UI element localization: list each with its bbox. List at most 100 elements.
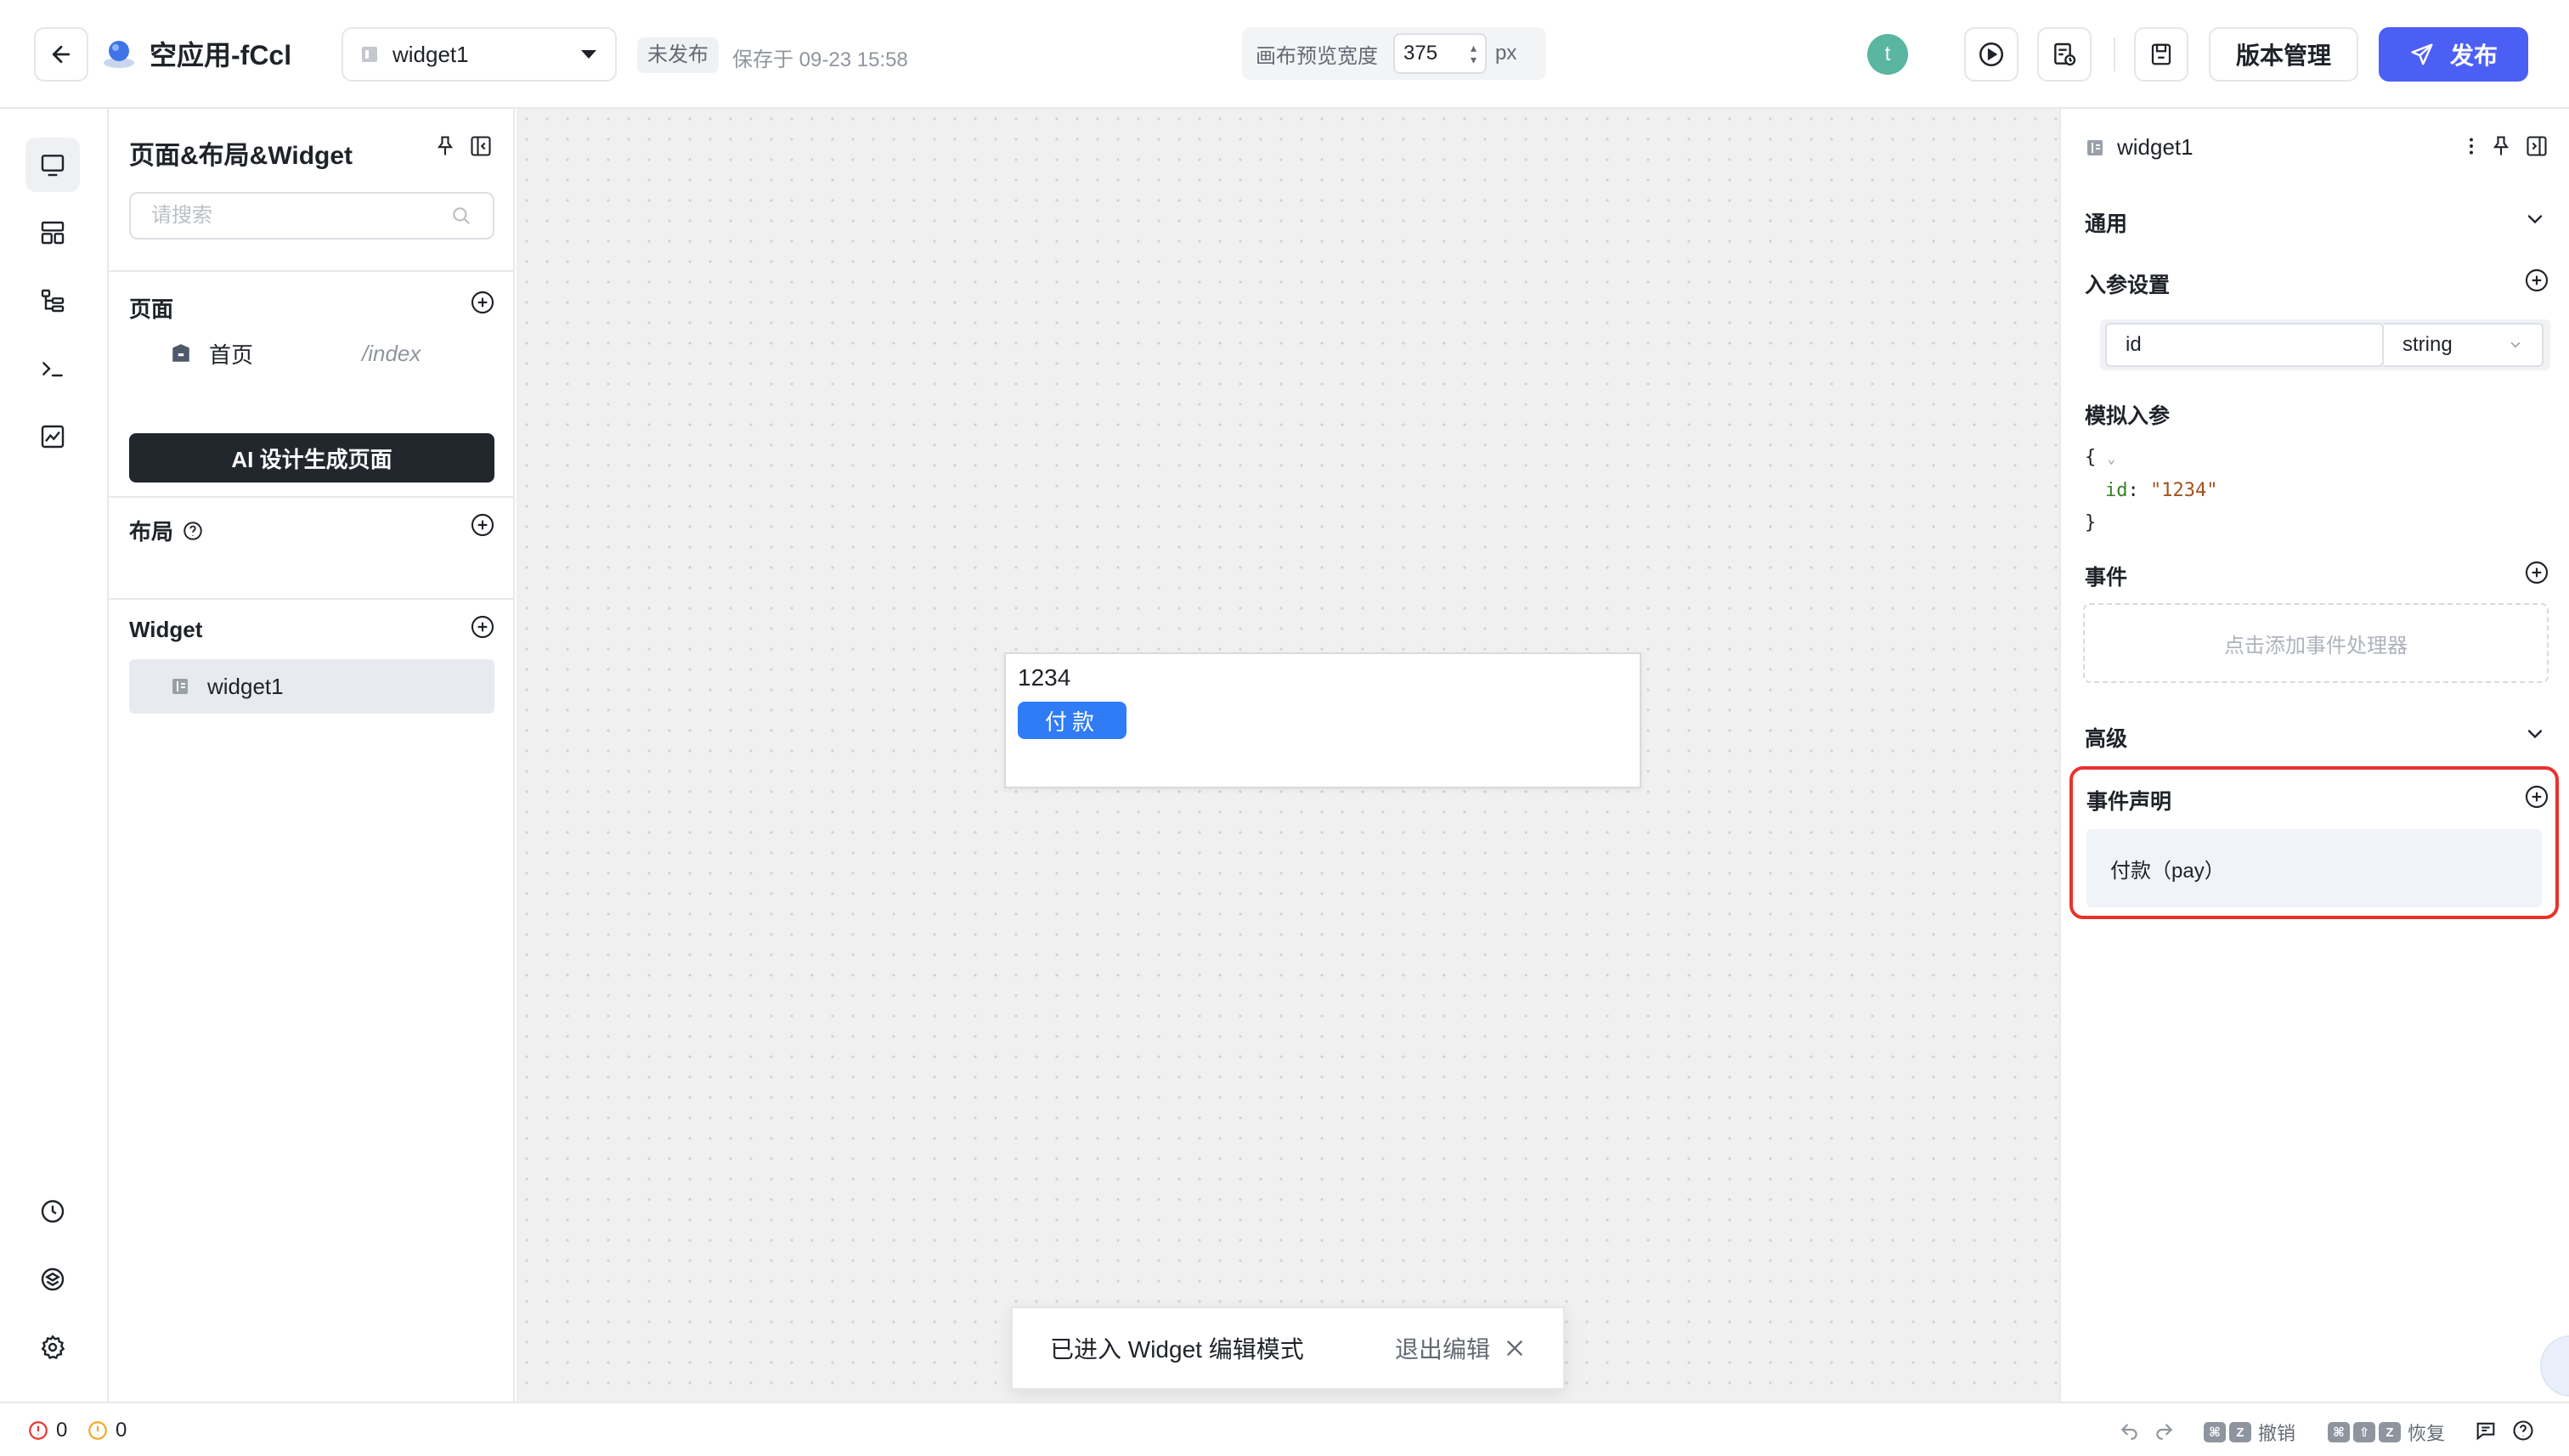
z-key-icon: Z bbox=[2229, 1422, 2251, 1442]
message-icon bbox=[2476, 1422, 2495, 1441]
page-item-name: 首页 bbox=[209, 341, 254, 368]
widget-selector[interactable]: widget1 bbox=[342, 27, 617, 82]
widget-value-text: 1234 bbox=[1018, 664, 1071, 691]
rail-analytics-button[interactable] bbox=[25, 409, 80, 464]
caret-down-icon bbox=[581, 50, 596, 59]
add-param-icon[interactable] bbox=[2523, 267, 2550, 294]
warning-count-value: 0 bbox=[116, 1419, 127, 1442]
add-layout-icon[interactable] bbox=[469, 511, 496, 539]
add-page-icon[interactable] bbox=[469, 289, 496, 316]
advanced-section-title[interactable]: 高级 bbox=[2085, 722, 2127, 753]
canvas-width-input[interactable]: 375 ▴ ▾ bbox=[1393, 33, 1487, 74]
param-name-input[interactable]: id bbox=[2105, 323, 2384, 367]
left-panel-search[interactable] bbox=[129, 192, 494, 240]
code-brace-close: } bbox=[2085, 512, 2097, 533]
chevron-down-icon[interactable] bbox=[2523, 207, 2547, 231]
rail-history-button[interactable] bbox=[25, 1184, 80, 1239]
arrow-left-icon bbox=[52, 45, 71, 64]
app-title: 空应用-fCcl bbox=[150, 40, 292, 71]
save-button[interactable] bbox=[2134, 27, 2188, 82]
redo-icon-button[interactable] bbox=[2153, 1419, 2175, 1441]
help-circle-icon[interactable] bbox=[182, 520, 204, 542]
undo-icon-button[interactable] bbox=[2119, 1419, 2141, 1441]
page-item-home[interactable]: 首页 /index bbox=[170, 336, 493, 370]
error-icon bbox=[29, 1421, 48, 1440]
right-panel: widget1 通用 入参设置 id string 模拟入参 { ⌄ id: "… bbox=[2059, 109, 2569, 1402]
widget-item-widget1[interactable]: widget1 bbox=[129, 659, 494, 714]
exit-edit-button[interactable]: 退出编辑 bbox=[1395, 1331, 1490, 1365]
widget-icon bbox=[362, 47, 377, 62]
rail-layout-button[interactable] bbox=[25, 206, 80, 260]
general-section-title[interactable]: 通用 bbox=[2085, 207, 2127, 238]
terminal-icon bbox=[42, 362, 63, 377]
user-avatar[interactable]: t bbox=[1867, 34, 1908, 75]
widget-icon bbox=[172, 679, 188, 694]
mock-params-title: 模拟入参 bbox=[2085, 404, 2171, 428]
param-type-select[interactable]: string bbox=[2384, 323, 2544, 367]
version-management-button[interactable]: 版本管理 bbox=[2209, 27, 2358, 82]
pin-icon[interactable] bbox=[433, 134, 457, 158]
selected-widget-name: widget1 bbox=[2117, 134, 2194, 160]
rail-plugins-button[interactable] bbox=[25, 1252, 80, 1306]
add-event-icon[interactable] bbox=[2523, 559, 2550, 586]
ai-generate-page-button[interactable]: AI 设计生成页面 bbox=[129, 433, 494, 483]
code-brace-open: { bbox=[2085, 447, 2097, 468]
search-input[interactable] bbox=[151, 204, 432, 228]
fold-chevron-icon[interactable]: ⌄ bbox=[2108, 450, 2116, 466]
collapse-panel-icon[interactable] bbox=[469, 134, 493, 158]
saved-timestamp: 保存于 09-23 15:58 bbox=[732, 48, 908, 71]
widget-preview[interactable]: 1234 付款 bbox=[1004, 652, 1641, 788]
widget-section-title: Widget bbox=[129, 617, 203, 642]
back-button[interactable] bbox=[34, 27, 88, 82]
command-key-icon: ⌘ bbox=[2204, 1422, 2226, 1442]
home-page-icon bbox=[172, 344, 189, 362]
right-panel-header: widget1 bbox=[2085, 134, 2194, 161]
edit-mode-toast: 已进入 Widget 编辑模式 退出编辑 bbox=[1011, 1306, 1565, 1390]
section-divider bbox=[109, 496, 513, 498]
rail-console-button[interactable] bbox=[25, 341, 80, 396]
event-declaration-title: 事件声明 bbox=[2086, 790, 2172, 814]
stepper-icon[interactable]: ▴ ▾ bbox=[1471, 42, 1476, 65]
more-vertical-icon[interactable] bbox=[2460, 134, 2482, 158]
page-item-path: /index bbox=[362, 340, 421, 366]
widget-item-name: widget1 bbox=[207, 673, 284, 699]
mock-params-editor[interactable]: { ⌄ id: "1234" } bbox=[2085, 442, 2217, 539]
add-event-handler-area[interactable]: 点击添加事件处理器 bbox=[2083, 603, 2549, 683]
canvas-width-value: 375 bbox=[1403, 42, 1438, 65]
redo-shortcut[interactable]: ⌘ ⇧ Z 恢复 bbox=[2328, 1419, 2445, 1446]
undo-icon bbox=[2120, 1424, 2137, 1440]
chevron-down-icon bbox=[2510, 342, 2521, 348]
add-widget-icon[interactable] bbox=[469, 613, 496, 641]
code-key: id bbox=[2105, 480, 2128, 501]
help-circle-icon bbox=[2513, 1420, 2533, 1441]
gear-icon bbox=[41, 1335, 65, 1360]
canvas-width-label: 画布预览宽度 bbox=[1256, 44, 1378, 68]
preview-button[interactable] bbox=[1964, 27, 2019, 82]
pin-icon[interactable] bbox=[2489, 134, 2513, 158]
widget-icon bbox=[2087, 139, 2103, 155]
widget-selector-value: widget1 bbox=[392, 41, 469, 67]
design-canvas[interactable]: 1234 付款 已进入 Widget 编辑模式 退出编辑 bbox=[517, 109, 2059, 1402]
close-icon[interactable] bbox=[1504, 1337, 1526, 1359]
rail-pages-button[interactable] bbox=[25, 138, 80, 192]
warning-icon bbox=[88, 1421, 107, 1440]
tree-structure-icon bbox=[41, 289, 65, 313]
undo-label: 撤销 bbox=[2258, 1423, 2296, 1444]
add-event-declaration-icon[interactable] bbox=[2523, 783, 2550, 810]
warning-count[interactable]: 0 bbox=[87, 1419, 127, 1442]
status-bar: 0 0 ⌘ Z 撤销 ⌘ ⇧ Z 恢复 bbox=[0, 1402, 2569, 1456]
floppy-disk-icon bbox=[2151, 43, 2171, 65]
undo-shortcut[interactable]: ⌘ Z 撤销 bbox=[2204, 1419, 2295, 1446]
chevron-down-icon[interactable] bbox=[2523, 722, 2547, 746]
help-button[interactable] bbox=[2511, 1419, 2535, 1442]
error-count[interactable]: 0 bbox=[27, 1419, 67, 1442]
publish-button[interactable]: 发布 bbox=[2379, 27, 2528, 82]
rail-tree-button[interactable] bbox=[25, 274, 80, 328]
rail-settings-button[interactable] bbox=[25, 1320, 80, 1374]
history-button[interactable] bbox=[2037, 27, 2092, 82]
layout-section-label: 布局 bbox=[129, 519, 174, 545]
feedback-button[interactable] bbox=[2474, 1419, 2498, 1442]
pay-button[interactable]: 付款 bbox=[1018, 702, 1126, 739]
event-declaration-item[interactable]: 付款（pay） bbox=[2086, 829, 2542, 907]
collapse-panel-icon[interactable] bbox=[2525, 134, 2549, 158]
